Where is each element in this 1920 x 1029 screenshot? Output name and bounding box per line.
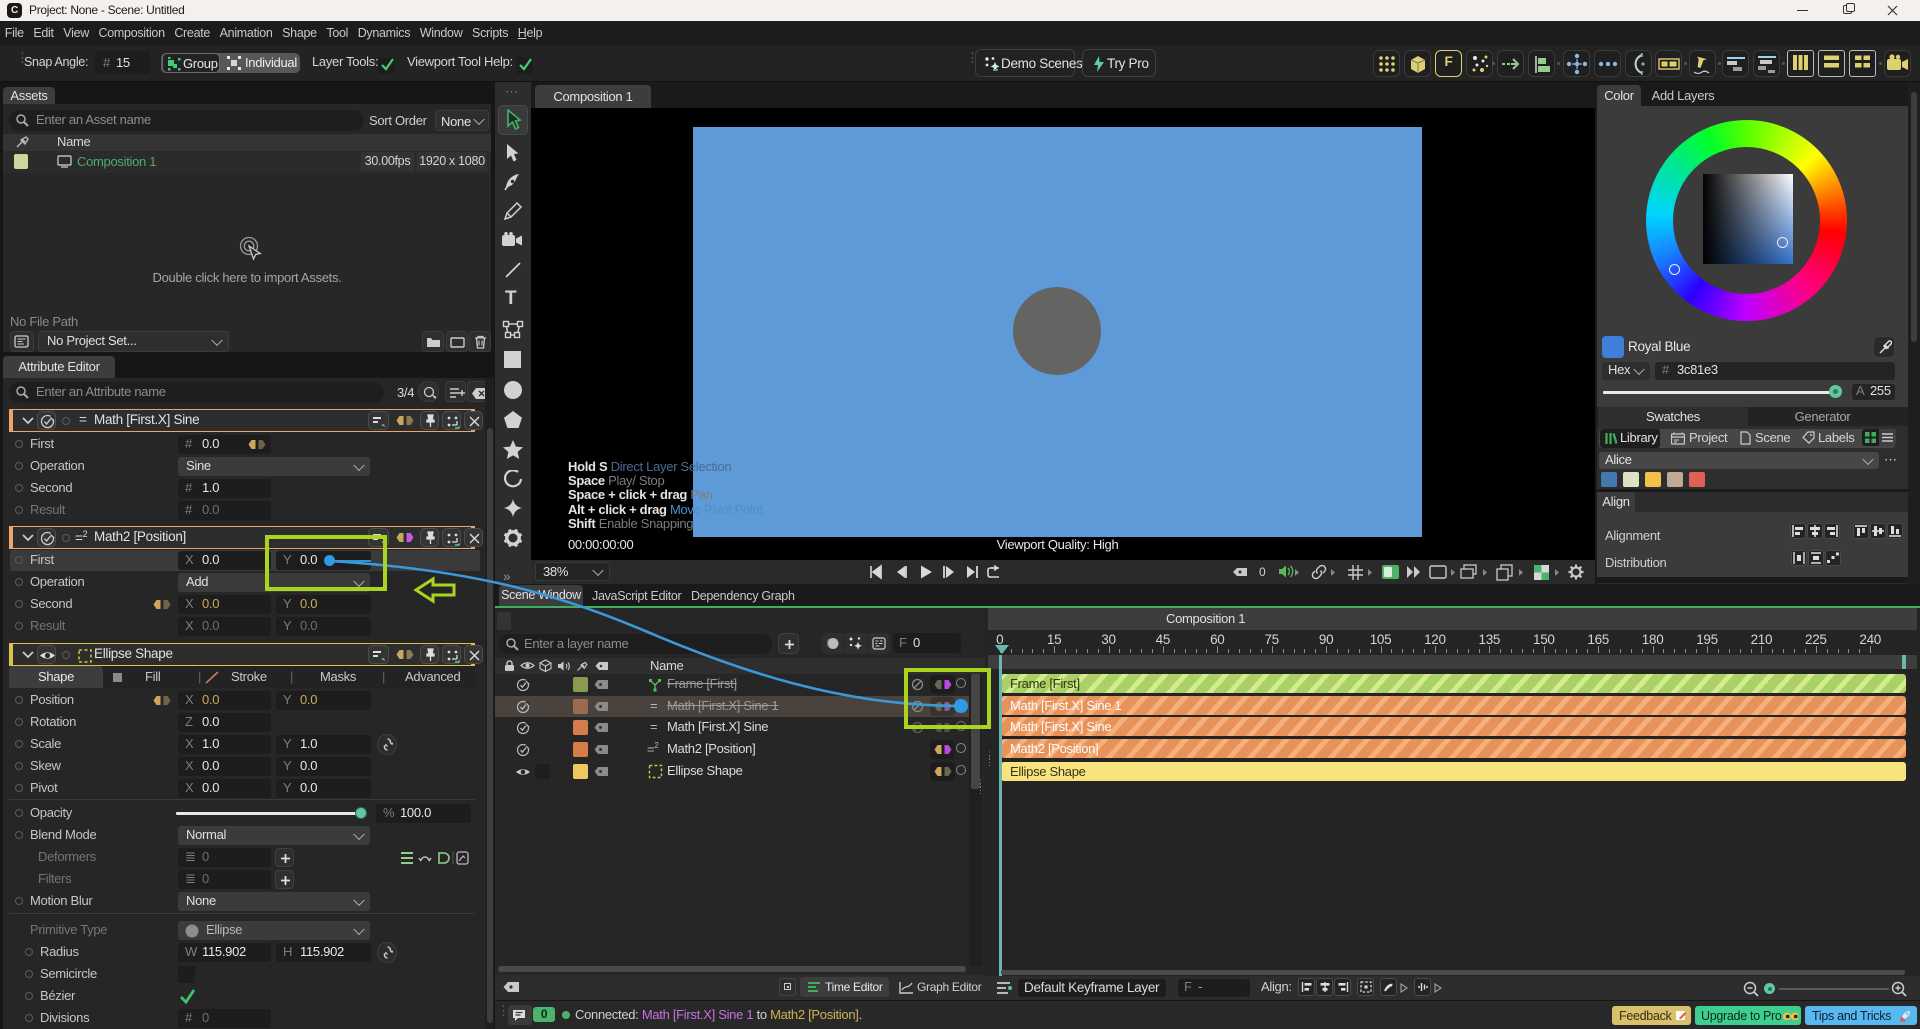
svg-text:0: 0 bbox=[1259, 565, 1266, 579]
